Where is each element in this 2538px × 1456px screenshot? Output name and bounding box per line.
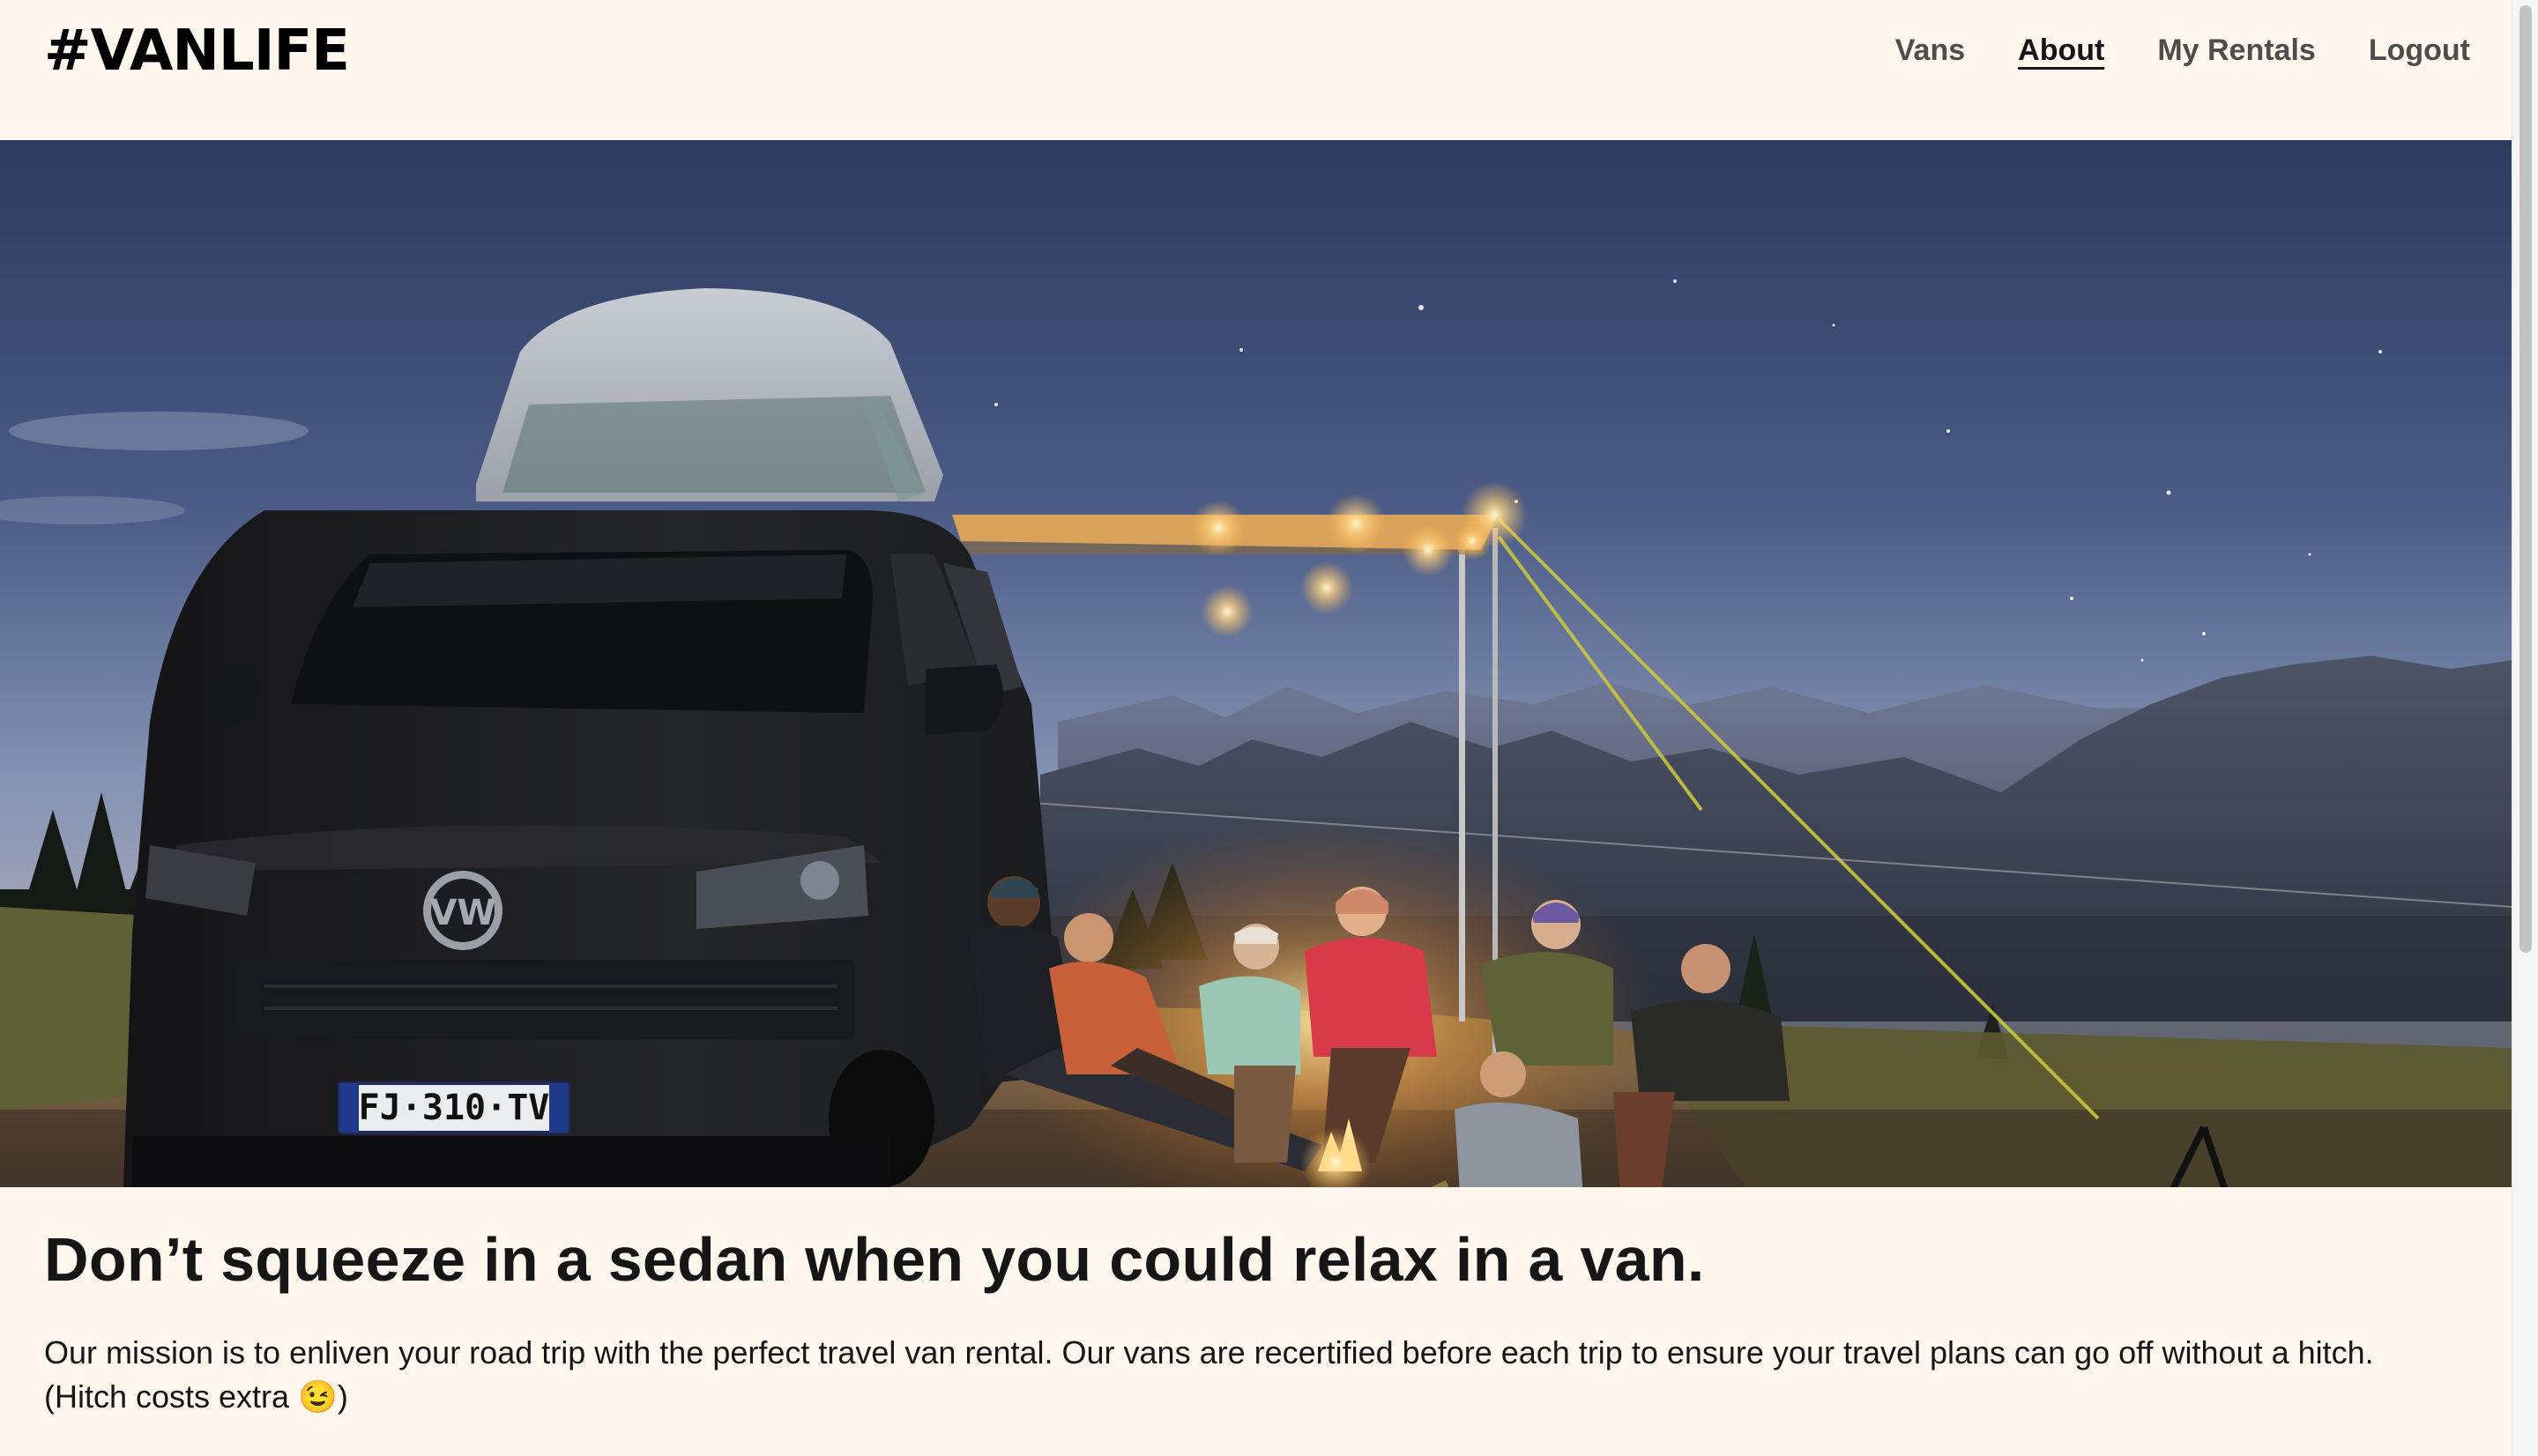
nav-link-about[interactable]: About — [2018, 28, 2104, 72]
svg-text:VW: VW — [429, 893, 495, 933]
logo-link[interactable]: #VANLIFE — [44, 18, 350, 85]
nav-link-vans[interactable]: Vans — [1895, 28, 1965, 72]
nav-link-logout[interactable]: Logout — [2369, 28, 2470, 72]
main-nav: Vans About My Rentals Logout — [1895, 28, 2470, 72]
nav-link-my-rentals[interactable]: My Rentals — [2157, 28, 2316, 72]
page-headline: Don’t squeeze in a sedan when you could … — [44, 1225, 1705, 1294]
hero-illustration: VW FJ·310·TV — [0, 140, 2512, 1187]
license-plate-text: FJ·310·TV — [359, 1088, 550, 1128]
site-header: #VANLIFE Vans About My Rentals Logout — [0, 0, 2512, 140]
page-scrollbar[interactable] — [2512, 0, 2538, 1456]
hero-image: VW FJ·310·TV — [0, 140, 2512, 1187]
scrollbar-thumb[interactable] — [2519, 5, 2532, 953]
mission-text: Our mission is to enliven your road trip… — [44, 1334, 2374, 1415]
